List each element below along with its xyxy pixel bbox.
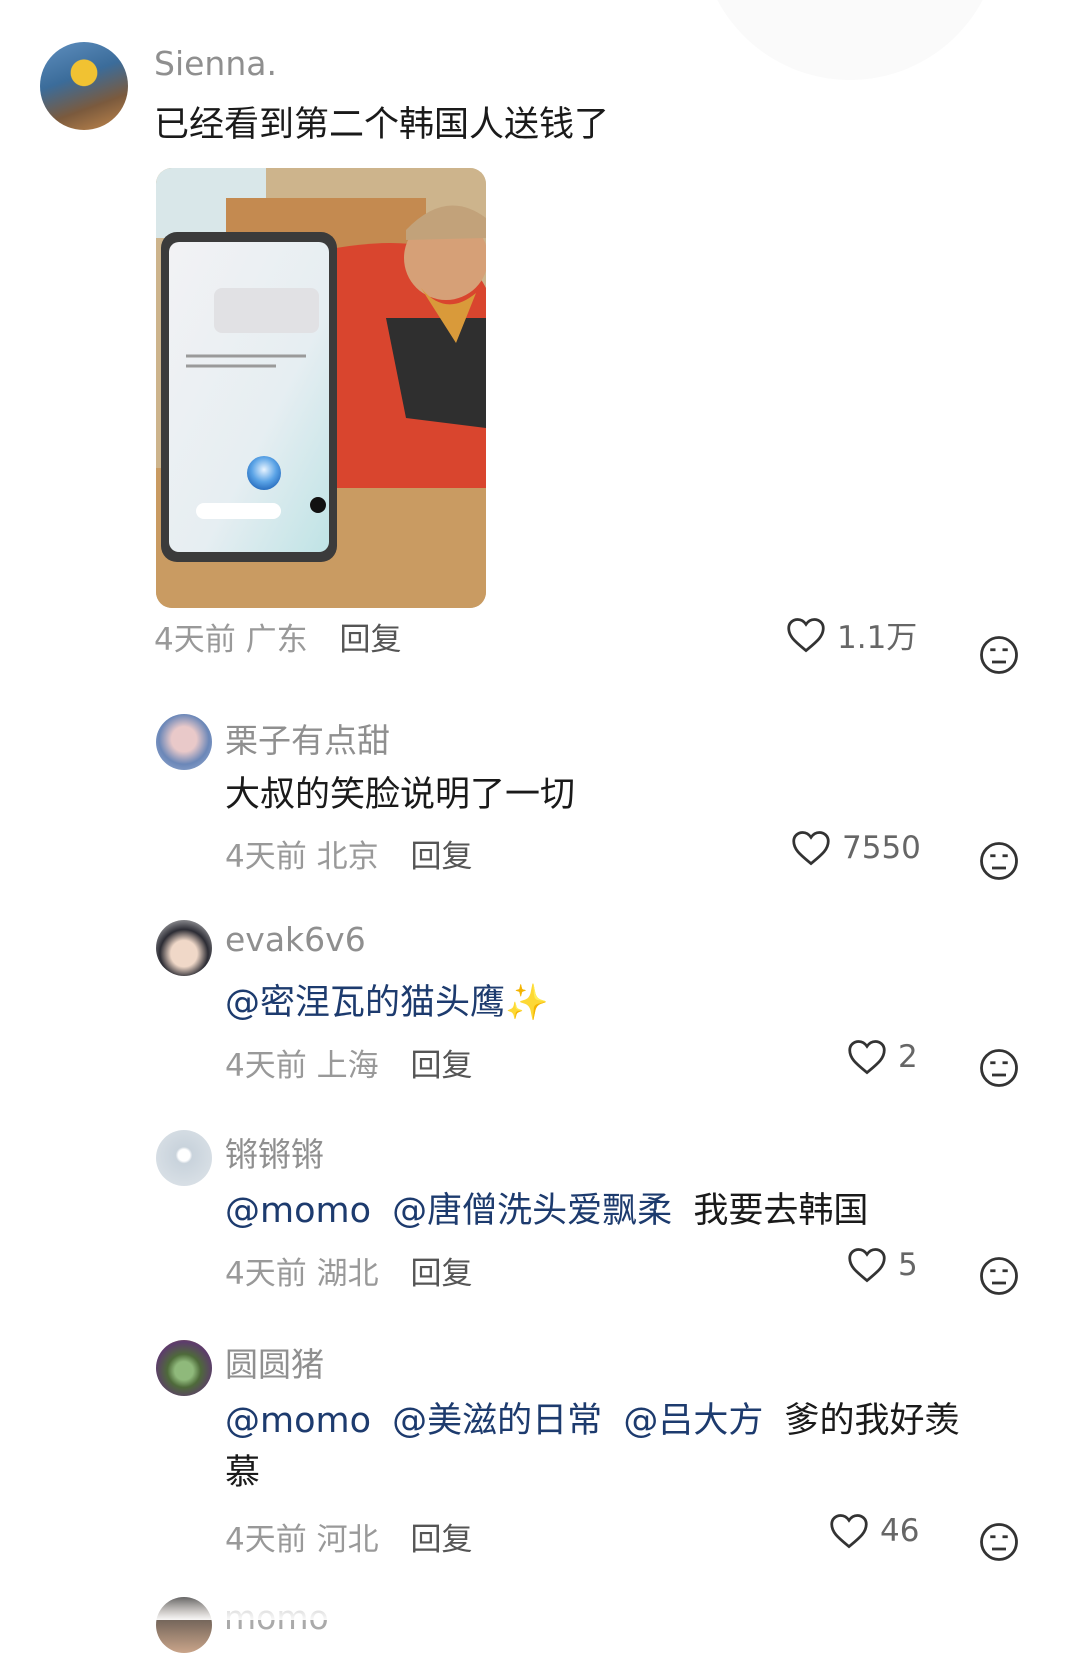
like-button[interactable]: 46 bbox=[828, 1512, 919, 1550]
dislike-face-icon[interactable] bbox=[978, 1047, 1020, 1089]
scroll-fade bbox=[0, 1590, 1080, 1620]
dislike-face-icon[interactable] bbox=[978, 1521, 1020, 1563]
like-button[interactable]: 5 bbox=[846, 1246, 918, 1284]
reply-meta: 4天前 北京 回复 bbox=[225, 831, 472, 876]
reply-location: 上海 bbox=[316, 1048, 379, 1084]
reply-time: 4天前 bbox=[225, 839, 307, 875]
heart-icon bbox=[787, 617, 825, 652]
mention-link[interactable]: @美滋的日常 bbox=[392, 1401, 602, 1441]
heart-icon bbox=[830, 1514, 868, 1549]
reply-meta: 4天前 湖北 回复 bbox=[225, 1248, 472, 1293]
reply-location: 北京 bbox=[316, 839, 379, 875]
reply-username[interactable]: 圆圆猪 bbox=[225, 1338, 324, 1386]
reply-time: 4天前 bbox=[225, 1256, 307, 1292]
reply-button[interactable]: 回复 bbox=[410, 839, 472, 875]
avatar[interactable] bbox=[40, 42, 128, 130]
reply-text: 爹的我好羡 bbox=[784, 1401, 960, 1441]
reply-item: 栗子有点甜 大叔的笑脸说明了一切 4天前 北京 回复 7550 bbox=[0, 700, 1080, 890]
photo-illustration bbox=[156, 168, 486, 608]
heart-icon bbox=[848, 1248, 886, 1283]
heart-icon bbox=[792, 831, 830, 866]
like-count: 46 bbox=[880, 1513, 920, 1549]
reply-item: 圆圆猪 @momo @美滋的日常 @吕大方 爹的我好羡 慕 4天前 河北 回复 … bbox=[0, 1328, 1080, 1588]
comment-meta: 4天前 广东 回复 bbox=[154, 614, 401, 659]
comment-time: 4天前 bbox=[154, 622, 236, 658]
dislike-face-icon[interactable] bbox=[978, 1255, 1020, 1297]
reply-location: 河北 bbox=[316, 1522, 379, 1558]
reply-button[interactable]: 回复 bbox=[410, 1048, 472, 1084]
reply-text-line: @momo @唐僧洗头爱飘柔 我要去韩国 bbox=[225, 1186, 868, 1236]
reply-text: 大叔的笑脸说明了一切 bbox=[225, 775, 576, 815]
mention-link[interactable]: @吕大方 bbox=[623, 1401, 763, 1441]
reply-username[interactable]: 锵锵锵 bbox=[225, 1128, 324, 1176]
like-button[interactable]: 2 bbox=[846, 1038, 918, 1076]
reply-item: 锵锵锵 @momo @唐僧洗头爱飘柔 我要去韩国 4天前 湖北 回复 5 bbox=[0, 1118, 1080, 1308]
like-button[interactable]: 1.1万 bbox=[785, 612, 917, 657]
avatar[interactable] bbox=[156, 1130, 212, 1186]
like-button[interactable]: 7550 bbox=[790, 829, 921, 867]
like-count: 5 bbox=[898, 1247, 918, 1283]
reply-text-continued: 慕 bbox=[225, 1453, 261, 1493]
reply-text-line: @momo @美滋的日常 @吕大方 爹的我好羡 bbox=[225, 1396, 959, 1446]
avatar[interactable] bbox=[156, 714, 212, 770]
comment-username[interactable]: Sienna. bbox=[154, 44, 277, 83]
dislike-face-icon[interactable] bbox=[978, 840, 1020, 882]
reply-text[interactable]: @密涅瓦的猫头鹰✨ bbox=[225, 978, 549, 1028]
avatar[interactable] bbox=[156, 920, 212, 976]
reply-meta: 4天前 河北 回复 bbox=[225, 1514, 472, 1559]
avatar[interactable] bbox=[156, 1340, 212, 1396]
reply-item: evak6v6 @密涅瓦的猫头鹰✨ 4天前 上海 回复 2 bbox=[0, 910, 1080, 1100]
reply-button[interactable]: 回复 bbox=[410, 1256, 472, 1292]
reply-username[interactable]: 栗子有点甜 bbox=[225, 714, 390, 762]
reply-text: 我要去韩国 bbox=[693, 1191, 869, 1231]
like-count: 7550 bbox=[842, 830, 921, 866]
reply-time: 4天前 bbox=[225, 1522, 307, 1558]
reply-time: 4天前 bbox=[225, 1048, 307, 1084]
reply-username[interactable]: evak6v6 bbox=[225, 920, 366, 959]
mention-link[interactable]: @唐僧洗头爱飘柔 bbox=[392, 1191, 672, 1231]
comment-photo[interactable] bbox=[156, 168, 486, 608]
dislike-face-icon[interactable] bbox=[978, 634, 1020, 676]
mention-link[interactable]: @momo bbox=[225, 1401, 371, 1441]
comment-text: 已经看到第二个韩国人送钱了 bbox=[154, 105, 610, 145]
heart-icon bbox=[848, 1040, 886, 1075]
like-count: 2 bbox=[898, 1039, 918, 1075]
reply-meta: 4天前 上海 回复 bbox=[225, 1040, 472, 1085]
like-count: 1.1万 bbox=[837, 620, 918, 656]
comment-location: 广东 bbox=[245, 622, 308, 658]
comment-item: Sienna. 已经看到第二个韩国人送钱了 4天前 广东 回复 1.1万 bbox=[0, 0, 1080, 680]
mention-link[interactable]: @momo bbox=[225, 1191, 371, 1231]
reply-button[interactable]: 回复 bbox=[410, 1522, 472, 1558]
reply-location: 湖北 bbox=[316, 1256, 379, 1292]
reply-button[interactable]: 回复 bbox=[339, 622, 401, 658]
